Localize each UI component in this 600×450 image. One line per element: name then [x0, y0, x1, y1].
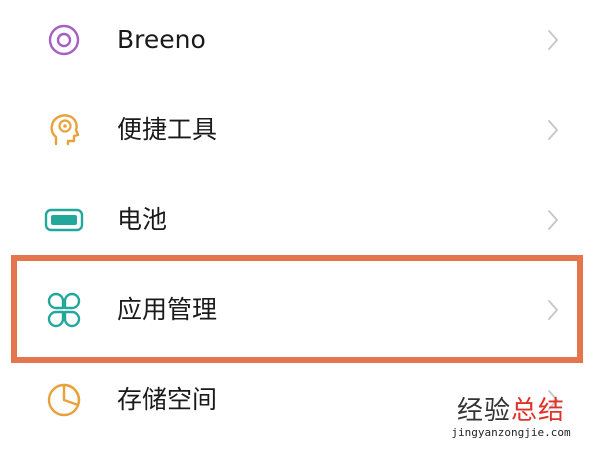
settings-item-label: 电池	[117, 205, 168, 234]
settings-item-label: Breeno	[117, 25, 206, 54]
settings-item-label: 便捷工具	[117, 115, 218, 144]
watermark-title-part2: 总结	[511, 396, 566, 426]
chevron-right-icon	[545, 118, 561, 142]
battery-icon	[44, 200, 84, 240]
watermark-url: jingyanzongjie.com	[451, 426, 571, 439]
settings-item-app-management[interactable]: 应用管理	[0, 265, 600, 355]
chevron-right-icon	[545, 298, 561, 322]
watermark-title: 经验总结	[436, 396, 586, 426]
settings-item-label: 应用管理	[117, 295, 218, 324]
settings-item-battery[interactable]: 电池	[0, 175, 600, 265]
breeno-icon	[44, 20, 84, 60]
watermark-title-part1: 经验	[456, 396, 511, 426]
head-bulb-icon	[44, 110, 84, 150]
watermark: 经验总结 jingyanzongjie.com	[436, 396, 586, 440]
pie-chart-icon	[44, 380, 84, 420]
settings-item-label: 存储空间	[117, 385, 218, 414]
settings-list: Breeno 便捷工具 电池 应用管理 存储空间	[0, 0, 600, 450]
settings-item-shortcuts[interactable]: 便捷工具	[0, 85, 600, 175]
settings-item-breeno[interactable]: Breeno	[0, 0, 600, 85]
chevron-right-icon	[545, 208, 561, 232]
chevron-right-icon	[545, 28, 561, 52]
app-grid-icon	[44, 290, 84, 330]
